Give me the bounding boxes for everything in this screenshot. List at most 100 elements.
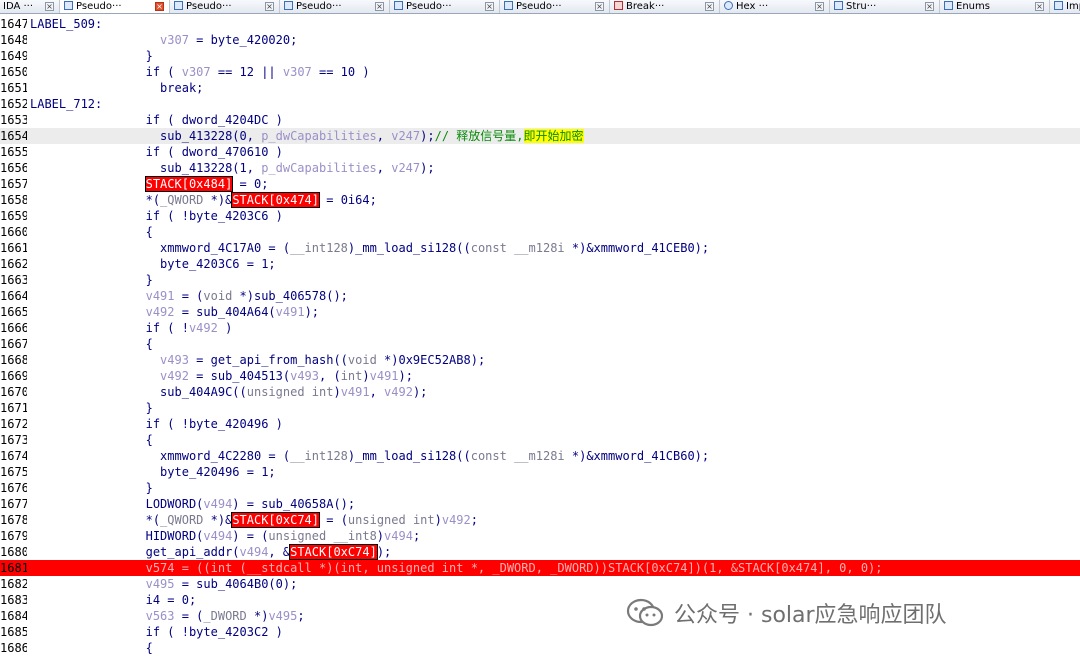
code-line[interactable]: 1680 get_api_addr(v494, &STACK[0xC74]); — [0, 544, 1080, 560]
code-text: sub_404A9C((unsigned int)v491, v492); — [30, 385, 428, 399]
tab-breakpoints[interactable]: Break··· × — [610, 0, 720, 13]
code-line[interactable]: 1670 sub_404A9C((unsigned int)v491, v492… — [0, 384, 1080, 400]
tab-ida-view[interactable]: IDA ··· × — [0, 0, 60, 13]
close-icon[interactable]: × — [485, 2, 494, 11]
code-line[interactable]: 1668 v493 = get_api_from_hash((void *)0x… — [0, 352, 1080, 368]
code-text: v307 = byte_420020; — [160, 33, 298, 47]
code-line[interactable]: 1666 if ( !v492 ) — [0, 320, 1080, 336]
tab-pseudocode-2[interactable]: Pseudo··· × — [170, 0, 280, 13]
highlighted-stack-var: STACK[0x484] — [144, 176, 234, 192]
tab-label: Break··· — [626, 1, 665, 12]
code-line[interactable]: 1649 } — [0, 48, 1080, 64]
close-icon[interactable]: × — [1035, 2, 1044, 11]
code-line[interactable]: 1664 v491 = (void *)sub_406578(); — [0, 288, 1080, 304]
code-line[interactable]: 1669 v492 = sub_404513(v493, (int)v491); — [0, 368, 1080, 384]
line-number: 1671 — [0, 401, 27, 415]
code-line[interactable]: 1661 xmmword_4C17A0 = (__int128)_mm_load… — [0, 240, 1080, 256]
imports-icon — [1054, 1, 1063, 10]
code-text: v563 = (_DWORD *)v495; — [145, 609, 305, 623]
code-line[interactable]: 1682 v495 = sub_4064B0(0); — [0, 576, 1080, 592]
close-icon[interactable]: × — [815, 2, 824, 11]
code-text: if ( v307 == 12 || v307 == 10 ) — [30, 65, 370, 79]
code-text: v574 = ((int (__stdcall *)(int, unsigned… — [30, 561, 883, 575]
code-line[interactable]: 1650 if ( v307 == 12 || v307 == 10 ) — [0, 64, 1080, 80]
tab-imports[interactable]: Imp··· — [1050, 0, 1080, 13]
line-number: 1684 — [0, 609, 27, 623]
code-line[interactable]: 1678 *(_QWORD *)&STACK[0xC74] = (unsigne… — [0, 512, 1080, 528]
tab-hex-view[interactable]: Hex ··· × — [720, 0, 830, 13]
close-icon[interactable]: × — [595, 2, 604, 11]
code-line[interactable]: 1673 { — [0, 432, 1080, 448]
line-number: 1675 — [0, 465, 27, 479]
close-icon[interactable]: × — [925, 2, 934, 11]
code-line[interactable]: 1656 sub_413228(1, p_dwCapabilities, v24… — [0, 160, 1080, 176]
code-line[interactable]: 1675 byte_420496 = 1; — [0, 464, 1080, 480]
code-text: { — [30, 225, 153, 239]
line-number: 1653 — [0, 113, 27, 127]
code-line[interactable]: 1662 byte_4203C6 = 1; — [0, 256, 1080, 272]
pseudocode-icon — [174, 1, 183, 10]
code-line[interactable]: 1674 xmmword_4C2280 = (__int128)_mm_load… — [0, 448, 1080, 464]
line-number: 1669 — [0, 369, 27, 383]
code-line[interactable]: 1672 if ( !byte_420496 ) — [0, 416, 1080, 432]
tab-pseudocode-5[interactable]: Pseudo··· × — [500, 0, 610, 13]
tab-structures[interactable]: Stru··· × — [830, 0, 940, 13]
code-line[interactable]: 1665 v492 = sub_404A64(v491); — [0, 304, 1080, 320]
code-line-current[interactable]: 1654 sub_413228(0, p_dwCapabilities, v24… — [0, 128, 1080, 144]
code-text: if ( !byte_420496 ) — [30, 417, 283, 431]
line-number: 1665 — [0, 305, 27, 319]
code-text: } — [30, 273, 153, 287]
code-line[interactable]: 1667 { — [0, 336, 1080, 352]
tab-pseudocode-3[interactable]: Pseudo··· × — [280, 0, 390, 13]
code-line[interactable]: 1653 if ( dword_4204DC ) — [0, 112, 1080, 128]
code-text: *(_QWORD *)&STACK[0x474] = 0i64; — [30, 192, 377, 208]
line-number: 1664 — [0, 289, 27, 303]
code-line[interactable]: 1679 HIDWORD(v494) = (unsigned __int8)v4… — [0, 528, 1080, 544]
code-line[interactable]: 1686 { — [0, 640, 1080, 656]
code-text: i4 = 0; — [30, 593, 197, 607]
code-line[interactable]: 1677 LODWORD(v494) = sub_40658A(); — [0, 496, 1080, 512]
code-line[interactable]: 1657 STACK[0x484] = 0; — [0, 176, 1080, 192]
code-text: byte_420496 = 1; — [30, 465, 276, 479]
code-line[interactable]: 1655 if ( dword_470610 ) — [0, 144, 1080, 160]
code-line[interactable]: 1660 { — [0, 224, 1080, 240]
line-number: 1673 — [0, 433, 27, 447]
close-icon[interactable]: × — [45, 2, 54, 11]
code-text: } — [30, 481, 153, 495]
line-number: 1681 — [0, 561, 27, 575]
code-line-breakpoint[interactable]: 1681 v574 = ((int (__stdcall *)(int, uns… — [0, 560, 1080, 576]
code-line[interactable]: 1652 LABEL_712: — [0, 96, 1080, 112]
code-text: v493 = get_api_from_hash((void *)0x9EC52… — [160, 353, 486, 367]
tab-enums[interactable]: Enums × — [940, 0, 1050, 13]
code-text: xmmword_4C2280 = (__int128)_mm_load_si12… — [30, 449, 710, 463]
close-icon[interactable]: × — [705, 2, 714, 11]
code-line[interactable]: 1651 break; — [0, 80, 1080, 96]
line-number: 1679 — [0, 529, 27, 543]
tab-label: Pseudo··· — [296, 1, 342, 12]
pseudocode-view[interactable]: 1647 LABEL_509: 1648 v307 = byte_420020; … — [0, 16, 1080, 656]
line-number: 1662 — [0, 257, 27, 271]
close-icon[interactable]: × — [155, 2, 164, 11]
tab-pseudocode-4[interactable]: Pseudo··· × — [390, 0, 500, 13]
highlighted-stack-var: STACK[0x474] — [231, 192, 321, 208]
code-line[interactable]: 1659 if ( !byte_4203C6 ) — [0, 208, 1080, 224]
code-line[interactable]: 1671 } — [0, 400, 1080, 416]
code-line[interactable]: 1663 } — [0, 272, 1080, 288]
code-text: if ( !byte_4203C6 ) — [30, 209, 283, 223]
tab-pseudocode-1[interactable]: Pseudo··· × — [60, 0, 170, 13]
code-line[interactable]: 1647 LABEL_509: — [0, 16, 1080, 32]
tab-label: Pseudo··· — [406, 1, 452, 12]
code-text: LABEL_509: — [30, 17, 103, 31]
close-icon[interactable]: × — [375, 2, 384, 11]
line-number: 1674 — [0, 449, 27, 463]
code-line[interactable]: 1658 *(_QWORD *)&STACK[0x474] = 0i64; — [0, 192, 1080, 208]
line-number: 1666 — [0, 321, 27, 335]
breakpoint-icon — [614, 1, 623, 10]
line-number: 1678 — [0, 513, 27, 527]
code-text: if ( !byte_4203C2 ) — [30, 625, 283, 639]
line-number: 1672 — [0, 417, 27, 431]
code-line[interactable]: 1648 v307 = byte_420020; — [0, 32, 1080, 48]
line-number: 1655 — [0, 145, 27, 159]
close-icon[interactable]: × — [265, 2, 274, 11]
code-line[interactable]: 1676 } — [0, 480, 1080, 496]
